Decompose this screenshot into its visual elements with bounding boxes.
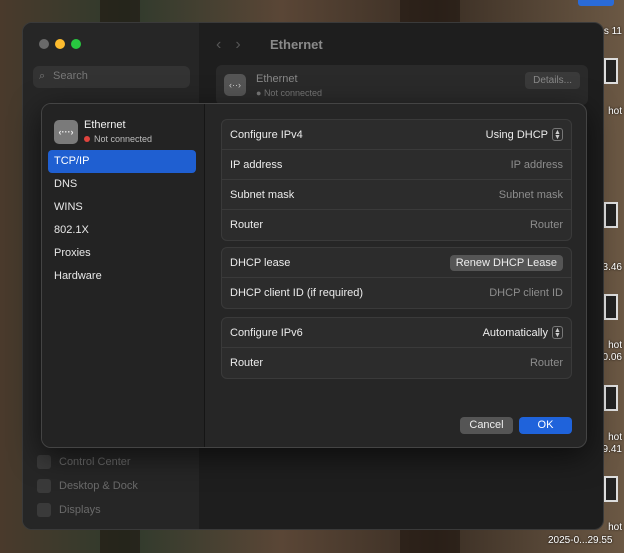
sheet-tab-list: TCP/IP DNS WINS 802.1X Proxies Hardware bbox=[48, 150, 196, 288]
ipv6-router-row: Router Router bbox=[222, 348, 571, 378]
search-icon: ⌕ bbox=[39, 70, 46, 82]
dock-icon bbox=[37, 479, 51, 493]
ethernet-service-row[interactable]: ‹··› Ethernet ● Not connected Details... bbox=[216, 65, 588, 105]
ip-address-label: IP address bbox=[230, 158, 283, 171]
chevron-up-down-icon: ▲ ▼ bbox=[552, 128, 563, 141]
sidebar-item-label: Displays bbox=[59, 504, 101, 516]
router-row: Router Router bbox=[222, 210, 571, 240]
sheet-header: ‹···› Ethernet Not connected bbox=[54, 117, 204, 151]
configure-ipv4-row: Configure IPv4 Using DHCP ▲ ▼ bbox=[222, 120, 571, 150]
tab-proxies[interactable]: Proxies bbox=[48, 242, 196, 265]
sidebar-item-desktop-dock[interactable]: Desktop & Dock bbox=[37, 479, 138, 493]
ethernet-details-sheet: ‹···› Ethernet Not connected TCP/IP DNS … bbox=[41, 103, 587, 448]
sidebar-item-label: Control Center bbox=[59, 456, 131, 468]
ipv6-router-label: Router bbox=[230, 357, 264, 369]
desktop-file-thumbnail[interactable] bbox=[604, 476, 618, 502]
configure-ipv4-label: Configure IPv4 bbox=[230, 128, 303, 141]
desktop-file-label[interactable]: hot bbox=[608, 522, 622, 533]
desktop-file-label[interactable]: hot bbox=[608, 106, 622, 117]
configure-ipv4-select[interactable]: Using DHCP ▲ ▼ bbox=[486, 128, 563, 141]
navigation-arrows: ‹› bbox=[216, 36, 255, 54]
service-status: ● Not connected bbox=[256, 88, 322, 98]
dhcp-lease-label: DHCP lease bbox=[230, 256, 291, 269]
settings-search-input[interactable]: ⌕ Search bbox=[33, 66, 190, 88]
sheet-service-status-text: Not connected bbox=[94, 134, 153, 144]
desktop-file-label[interactable]: 2025-0...29.55 bbox=[548, 535, 613, 546]
search-placeholder: Search bbox=[53, 70, 88, 82]
desktop-file-label[interactable]: 9.41 bbox=[603, 444, 622, 455]
sheet-service-name: Ethernet bbox=[84, 119, 126, 131]
configure-ipv6-value: Automatically bbox=[482, 326, 548, 339]
subnet-mask-field[interactable]: Subnet mask bbox=[499, 189, 563, 201]
tab-wins[interactable]: WINS bbox=[48, 196, 196, 219]
minimize-window-button[interactable] bbox=[55, 39, 65, 49]
dhcp-lease-row: DHCP lease Renew DHCP Lease bbox=[222, 248, 571, 278]
close-window-button[interactable] bbox=[39, 39, 49, 49]
service-name: Ethernet bbox=[256, 73, 298, 85]
sheet-service-status: Not connected bbox=[84, 134, 152, 144]
displays-icon bbox=[37, 503, 51, 517]
dhcp-client-id-row: DHCP client ID (if required) DHCP client… bbox=[222, 278, 571, 308]
chevron-up-down-icon: ▲ ▼ bbox=[552, 326, 563, 339]
service-status-text: Not connected bbox=[263, 88, 322, 98]
ipv6-group: Configure IPv6 Automatically ▲ ▼ Router R… bbox=[221, 317, 572, 379]
router-field[interactable]: Router bbox=[530, 219, 563, 231]
router-label: Router bbox=[230, 219, 264, 231]
ok-button[interactable]: OK bbox=[519, 417, 572, 434]
control-center-icon bbox=[37, 455, 51, 469]
desktop-file-thumbnail[interactable] bbox=[604, 58, 618, 84]
desktop-file-label[interactable]: hot bbox=[608, 340, 622, 351]
tab-tcp-ip[interactable]: TCP/IP bbox=[48, 150, 196, 173]
configure-ipv6-row: Configure IPv6 Automatically ▲ ▼ bbox=[222, 318, 571, 348]
tab-dns[interactable]: DNS bbox=[48, 173, 196, 196]
sidebar-item-displays[interactable]: Displays bbox=[37, 503, 101, 517]
sidebar-item-control-center[interactable]: Control Center bbox=[37, 455, 131, 469]
ip-address-row: IP address IP address bbox=[222, 150, 571, 180]
configure-ipv6-select[interactable]: Automatically ▲ ▼ bbox=[483, 326, 563, 339]
ip-address-field[interactable]: IP address bbox=[511, 159, 563, 171]
tab-hardware[interactable]: Hardware bbox=[48, 265, 196, 288]
zoom-window-button[interactable] bbox=[71, 39, 81, 49]
sidebar-item-label: Desktop & Dock bbox=[59, 480, 138, 492]
desktop-file-label[interactable]: 0.06 bbox=[603, 352, 622, 363]
ipv4-group: Configure IPv4 Using DHCP ▲ ▼ IP address … bbox=[221, 119, 572, 241]
dhcp-client-id-label: DHCP client ID (if required) bbox=[230, 287, 364, 299]
desktop-file-thumbnail[interactable] bbox=[604, 385, 618, 411]
dhcp-client-id-field[interactable]: DHCP client ID bbox=[489, 287, 563, 299]
subnet-mask-row: Subnet mask Subnet mask bbox=[222, 180, 571, 210]
tab-802-1x[interactable]: 802.1X bbox=[48, 219, 196, 242]
dhcp-group: DHCP lease Renew DHCP Lease DHCP client … bbox=[221, 247, 572, 309]
sheet-sidebar: ‹···› Ethernet Not connected TCP/IP DNS … bbox=[42, 104, 205, 447]
desktop-file-label[interactable]: s 11 bbox=[604, 26, 622, 37]
desktop-file-thumbnail[interactable] bbox=[604, 202, 618, 228]
desktop-file-label[interactable]: 3.46 bbox=[603, 262, 622, 273]
forward-button[interactable]: › bbox=[235, 36, 254, 53]
configure-ipv4-value: Using DHCP bbox=[485, 128, 548, 141]
status-dot-icon bbox=[84, 136, 90, 142]
desktop-file-label[interactable]: hot bbox=[608, 432, 622, 443]
cancel-button[interactable]: Cancel bbox=[460, 417, 513, 434]
details-button[interactable]: Details... bbox=[525, 72, 580, 89]
window-title: Ethernet bbox=[270, 37, 323, 52]
ethernet-icon: ‹···› bbox=[54, 120, 78, 144]
subnet-mask-label: Subnet mask bbox=[230, 188, 295, 201]
desktop-file-thumbnail[interactable] bbox=[604, 294, 618, 320]
back-button[interactable]: ‹ bbox=[216, 36, 235, 53]
renew-dhcp-lease-button[interactable]: Renew DHCP Lease bbox=[449, 254, 563, 271]
ipv6-router-field[interactable]: Router bbox=[530, 357, 563, 369]
configure-ipv6-label: Configure IPv6 bbox=[230, 326, 303, 339]
ethernet-icon: ‹··› bbox=[224, 74, 246, 96]
